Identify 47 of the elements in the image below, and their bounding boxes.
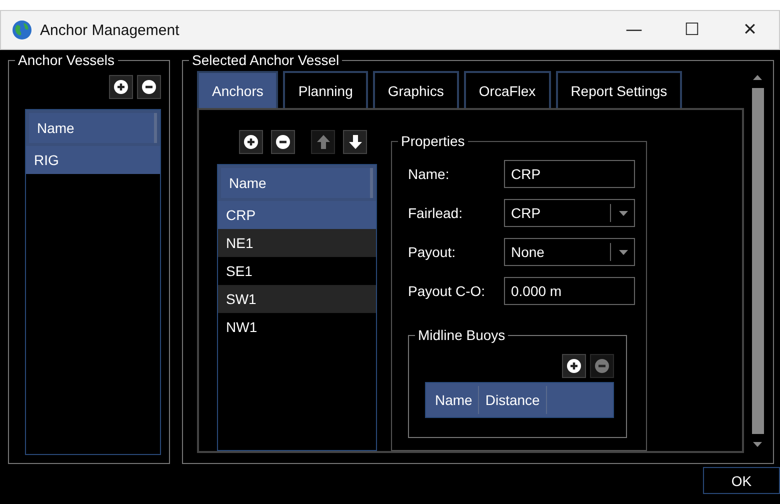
ok-button[interactable]: OK <box>703 467 780 494</box>
list-row[interactable]: NE1 <box>218 229 376 257</box>
dropdown[interactable]: CRP <box>504 199 635 227</box>
tab[interactable]: OrcaFlex <box>464 71 551 108</box>
down-button[interactable] <box>343 130 367 154</box>
column-header[interactable]: Distance <box>479 386 547 414</box>
list-row[interactable]: SW1 <box>218 285 376 313</box>
remove-button[interactable] <box>137 75 161 99</box>
minus-icon <box>595 359 609 373</box>
remove-button[interactable] <box>271 130 295 154</box>
up-arrow-icon <box>316 135 330 149</box>
add-button[interactable] <box>239 130 263 154</box>
field-label: Fairlead: <box>408 205 464 221</box>
up-caret-icon <box>753 75 762 80</box>
minus-icon <box>142 80 156 94</box>
globe-icon <box>12 20 32 40</box>
dropdown[interactable]: None <box>504 238 635 266</box>
maximize-button[interactable]: ☐ <box>663 11 721 49</box>
down-arrow-icon <box>348 135 362 149</box>
column-header[interactable]: Name <box>221 168 373 198</box>
list-row[interactable]: SE1 <box>218 257 376 285</box>
tab[interactable]: Report Settings <box>556 71 682 108</box>
plus-icon <box>114 80 128 94</box>
close-button[interactable]: ✕ <box>721 11 779 49</box>
column-header[interactable]: Name <box>429 386 480 414</box>
field-label: Payout C-O: <box>408 283 486 299</box>
field-label: Name: <box>408 166 450 182</box>
minimize-button[interactable]: — <box>605 11 663 49</box>
plus-icon <box>244 135 258 149</box>
add-button[interactable] <box>562 354 586 378</box>
window-title: Anchor Management <box>40 22 180 38</box>
minus-icon <box>276 135 290 149</box>
input-field[interactable]: CRP <box>504 160 635 188</box>
plus-icon <box>567 359 581 373</box>
caret-icon <box>619 250 628 254</box>
list-row[interactable]: RIG <box>26 146 160 174</box>
column-header[interactable]: Name <box>29 113 157 143</box>
add-button[interactable] <box>109 75 133 99</box>
tab[interactable]: Graphics <box>372 71 459 108</box>
input-field[interactable]: 0.000 m <box>504 277 635 305</box>
tab[interactable]: Anchors <box>197 71 278 108</box>
tab[interactable]: Planning <box>283 71 368 108</box>
list-row[interactable]: NW1 <box>218 313 376 341</box>
caret-icon <box>619 210 628 216</box>
list-row[interactable]: CRP <box>218 201 376 229</box>
field-label: Payout: <box>408 244 456 260</box>
down-caret-icon <box>753 442 762 447</box>
